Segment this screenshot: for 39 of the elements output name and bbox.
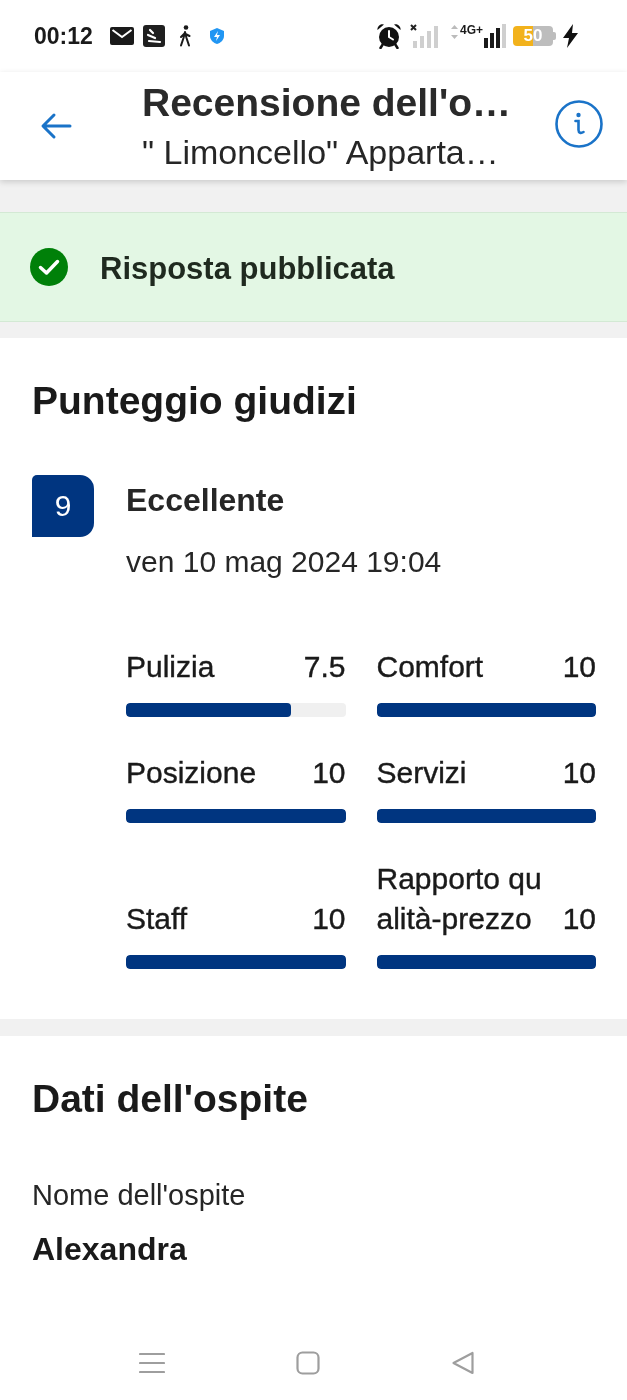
back-icon[interactable]: [451, 1351, 475, 1375]
square-icon[interactable]: [296, 1351, 320, 1375]
banner-text: Risposta pubblicata: [100, 251, 395, 287]
score-verdict: Eccellente: [126, 481, 286, 520]
charging-bolt-icon: [563, 24, 578, 48]
walking-person-icon: [177, 25, 192, 47]
signal-icon: [484, 24, 506, 48]
data-arrows-icon: [451, 25, 458, 39]
category-score: 10: [562, 649, 596, 685]
battery-indicator: 50: [513, 26, 553, 46]
section-heading: Punteggio giudizi: [32, 378, 358, 424]
mail-icon: [109, 27, 134, 45]
category-score: 10: [562, 755, 596, 791]
section-heading: Dati dell'ospite: [32, 1076, 309, 1122]
back-arrow-icon[interactable]: [40, 112, 72, 140]
alarm-clock-icon: [376, 23, 402, 49]
category-label: Pulizia: [126, 649, 215, 685]
category-label: Rapporto qualità-prezzo: [376, 861, 543, 937]
guest-name: Alexandra: [32, 1230, 188, 1269]
field-label: Nome dell'ospite: [32, 1178, 247, 1213]
check-circle-icon: [30, 248, 68, 286]
category-score: 7.5: [303, 649, 346, 685]
category-score: 10: [312, 901, 346, 937]
app-icon: [142, 25, 165, 47]
category-label: Servizi: [376, 755, 467, 791]
network-type-label: 4G+: [460, 24, 483, 36]
category-label: Posizione: [126, 755, 257, 791]
page-title: Recensione dell'o…: [142, 81, 513, 125]
category-score: 10: [312, 755, 346, 791]
category-label: Comfort: [376, 649, 484, 685]
info-icon[interactable]: [555, 100, 603, 148]
score-badge: 9: [32, 475, 94, 537]
status-time: 00:12: [34, 22, 93, 50]
category-score: 10: [562, 901, 596, 937]
menu-icon[interactable]: [139, 1352, 165, 1374]
shield-icon: [209, 28, 224, 44]
category-label: Staff: [126, 901, 188, 937]
review-date: ven 10 mag 2024 19:04: [126, 544, 443, 580]
page-subtitle: " Limoncello" Apparta…: [142, 133, 500, 171]
